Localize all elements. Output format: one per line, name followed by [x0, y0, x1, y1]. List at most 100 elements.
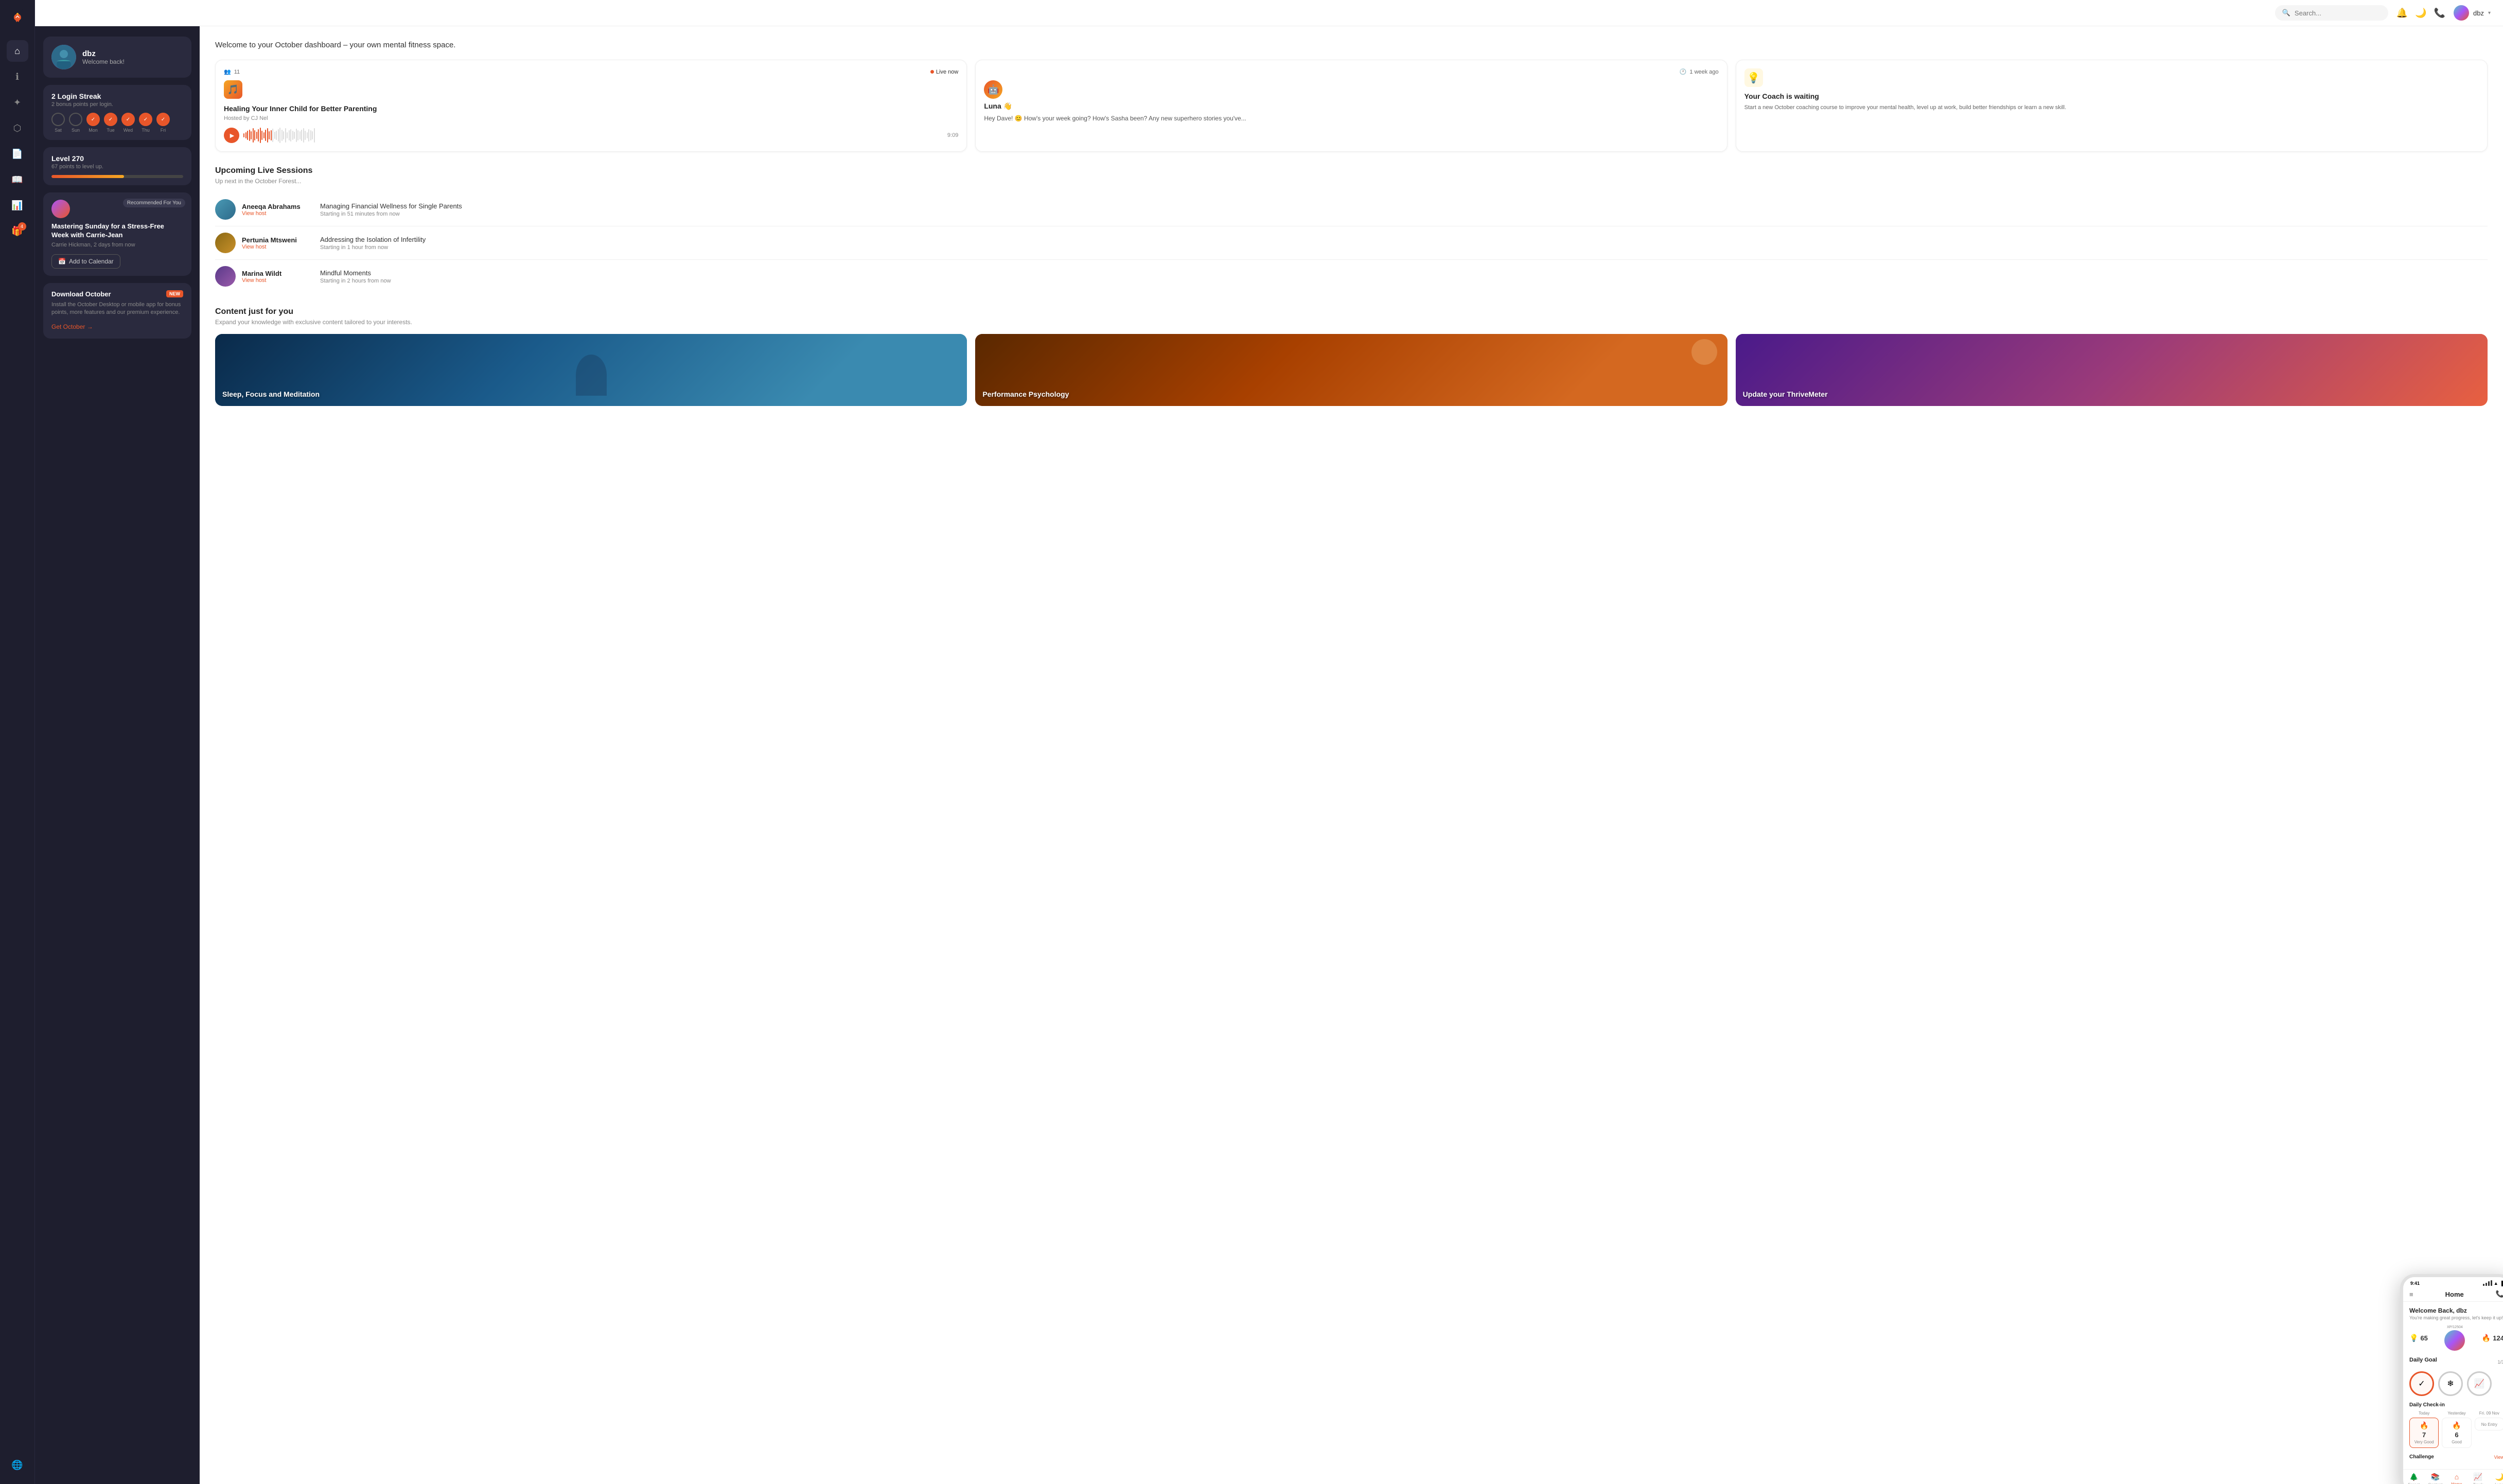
sidebar-item-ai[interactable]: ✦: [7, 92, 28, 113]
phone-call-icon[interactable]: 📞: [2496, 1290, 2503, 1298]
challenge-view-link[interactable]: View: [2494, 1455, 2503, 1460]
user-pill[interactable]: dbz ▾: [2454, 5, 2491, 21]
stack-icon: ⬡: [13, 123, 22, 134]
checkin-yesterday-icon: 🔥: [2444, 1421, 2469, 1430]
streak-day-thu: ✓ Thu: [139, 113, 152, 133]
level-progress-fill: [51, 175, 124, 178]
checkin-box-friday[interactable]: No Entry: [2475, 1418, 2503, 1430]
checkin-box-today[interactable]: 🔥 7 Very Good: [2409, 1418, 2439, 1448]
search-input[interactable]: [2295, 9, 2381, 17]
moon-icon[interactable]: 🌙: [2415, 8, 2426, 19]
checkin-title: Daily Check-in: [2409, 1402, 2503, 1408]
phone-time: 9:41: [2410, 1281, 2420, 1286]
add-to-calendar-button[interactable]: 📅 Add to Calendar: [51, 254, 120, 269]
session-host-link-1[interactable]: View host: [242, 210, 314, 217]
streak-title: 2 Login Streak: [51, 92, 183, 100]
coach-card: 💡 Your Coach is waiting Start a new Octo…: [1736, 60, 2488, 152]
session-host-link-3[interactable]: View host: [242, 277, 314, 284]
phone-icon[interactable]: 📞: [2434, 8, 2445, 19]
info-icon: ℹ: [15, 72, 19, 82]
signal-bars: [2483, 1280, 2492, 1286]
user-info: dbz Welcome back!: [82, 49, 125, 65]
streak-label-thu: Thu: [142, 128, 150, 133]
phone-nav-forest[interactable]: 🌲 Forest: [2403, 1473, 2425, 1484]
xp-label: XP/12504: [2444, 1326, 2465, 1329]
checkin-col-yesterday: Yesterday 🔥 6 Good: [2442, 1411, 2471, 1448]
content-card-psychology[interactable]: Performance Psychology: [975, 334, 1727, 406]
podcast-card-meta: 👥 11 Live now: [224, 68, 958, 75]
session-host-info-2: Pertunia Mtsweni View host: [242, 236, 314, 250]
session-host-link-2[interactable]: View host: [242, 244, 314, 250]
home-nav-icon: ⌂: [2455, 1473, 2459, 1481]
track-nav-icon: 📈: [2474, 1473, 2482, 1481]
sidebar-item-info[interactable]: ℹ: [7, 66, 28, 87]
streak-card: 2 Login Streak 2 bonus points per login.…: [43, 85, 191, 140]
checkin-box-yesterday[interactable]: 🔥 6 Good: [2442, 1418, 2471, 1448]
streak-circle-thu: ✓: [139, 113, 152, 126]
fire-stat-icon: 🔥: [2482, 1334, 2491, 1342]
sidebar-item-community[interactable]: 🌐: [7, 1454, 28, 1476]
session-host-avatar-2: [215, 233, 236, 253]
checkin-yesterday-status: Good: [2444, 1440, 2469, 1444]
notification-icon[interactable]: 🔔: [2396, 8, 2408, 19]
content-section-subtitle: Expand your knowledge with exclusive con…: [215, 319, 2488, 326]
home-icon: ⌂: [14, 46, 20, 57]
checkin-columns: Today 🔥 7 Very Good Yesterday 🔥 6: [2409, 1411, 2503, 1448]
phone-nav-track[interactable]: 📈 Track: [2467, 1473, 2489, 1484]
session-item: Aneeqa Abrahams View host Managing Finan…: [215, 193, 2488, 226]
streak-circle-sun: [69, 113, 82, 126]
coach-title: Your Coach is waiting: [1744, 92, 2479, 100]
download-card: Download October NEW Install the October…: [43, 283, 191, 339]
recommendation-host: Carrie Hickman, 2 days from now: [51, 242, 183, 248]
podcast-host: Hosted by CJ Nel: [224, 115, 958, 121]
content-nav-icon: 📚: [2431, 1473, 2440, 1481]
level-progress-bar: [51, 175, 183, 178]
phone-nav-home[interactable]: ⌂ Home: [2446, 1473, 2467, 1484]
phone-menu-icon[interactable]: ≡: [2409, 1291, 2413, 1298]
signal-bar-2: [2486, 1283, 2487, 1286]
session-time-1: Starting in 51 minutes from now: [320, 211, 2488, 217]
phone-nav-content[interactable]: 📚 Content: [2425, 1473, 2446, 1484]
top-bar: 🔍 🔔 🌙 📞 dbz ▾: [35, 0, 2503, 26]
signal-bar-1: [2483, 1284, 2484, 1286]
session-time-2: Starting in 1 hour from now: [320, 244, 2488, 251]
get-october-link[interactable]: Get October →: [51, 323, 93, 330]
sidebar-item-rewards[interactable]: 🎁 4: [7, 220, 28, 242]
sidebar-item-home[interactable]: ⌂: [7, 40, 28, 62]
checkin-yesterday-label: Yesterday: [2442, 1411, 2471, 1416]
phone-avatar-area: XP/12504: [2444, 1326, 2465, 1351]
app-logo[interactable]: [8, 8, 27, 28]
left-panel: dbz Welcome back! 2 Login Streak 2 bonus…: [35, 26, 200, 1484]
user-name: dbz: [82, 49, 125, 58]
streak-day-sat: Sat: [51, 113, 65, 133]
checkin-today-icon: 🔥: [2412, 1421, 2436, 1430]
search-bar[interactable]: 🔍: [2275, 5, 2388, 21]
luna-time-ago: 🕐 1 week ago: [1680, 68, 1719, 75]
sidebar-item-stack[interactable]: ⬡: [7, 117, 28, 139]
content-section: Content just for you Expand your knowled…: [215, 307, 2488, 406]
session-item: Pertunia Mtsweni View host Addressing th…: [215, 226, 2488, 260]
book-icon: 📖: [11, 174, 23, 185]
content-section-title: Content just for you: [215, 307, 2488, 316]
sidebar-item-docs[interactable]: 📄: [7, 143, 28, 165]
sidebar-item-analytics[interactable]: 📊: [7, 195, 28, 216]
battery-icon: ▐: [2500, 1281, 2503, 1286]
user-pill-avatar: [2454, 5, 2469, 21]
streak-circle-sat: [51, 113, 65, 126]
play-button[interactable]: ▶: [224, 128, 239, 143]
sessions-section-title: Upcoming Live Sessions: [215, 166, 2488, 175]
phone-nav-luna[interactable]: 🌙 Luna: [2489, 1473, 2503, 1484]
coach-description: Start a new October coaching course to i…: [1744, 103, 2479, 112]
session-details-1: Managing Financial Wellness for Single P…: [320, 202, 2488, 217]
recommendation-host-avatar: [51, 200, 70, 218]
live-label: Live now: [936, 69, 958, 75]
luna-avatar-emoji: 🤖: [988, 84, 999, 95]
session-topic-1: Managing Financial Wellness for Single P…: [320, 202, 2488, 210]
sidebar-item-library[interactable]: 📖: [7, 169, 28, 190]
wifi-icon: ▲: [2494, 1281, 2498, 1286]
content-card-thrivemeter[interactable]: Update your ThriveMeter: [1736, 334, 2488, 406]
content-card-sleep[interactable]: Sleep, Focus and Meditation: [215, 334, 967, 406]
play-icon: ▶: [230, 132, 234, 139]
phone-mockup: 9:41 ▲ ▐ ≡ Home: [2400, 1274, 2503, 1484]
challenge-title: Challenge: [2409, 1454, 2434, 1460]
